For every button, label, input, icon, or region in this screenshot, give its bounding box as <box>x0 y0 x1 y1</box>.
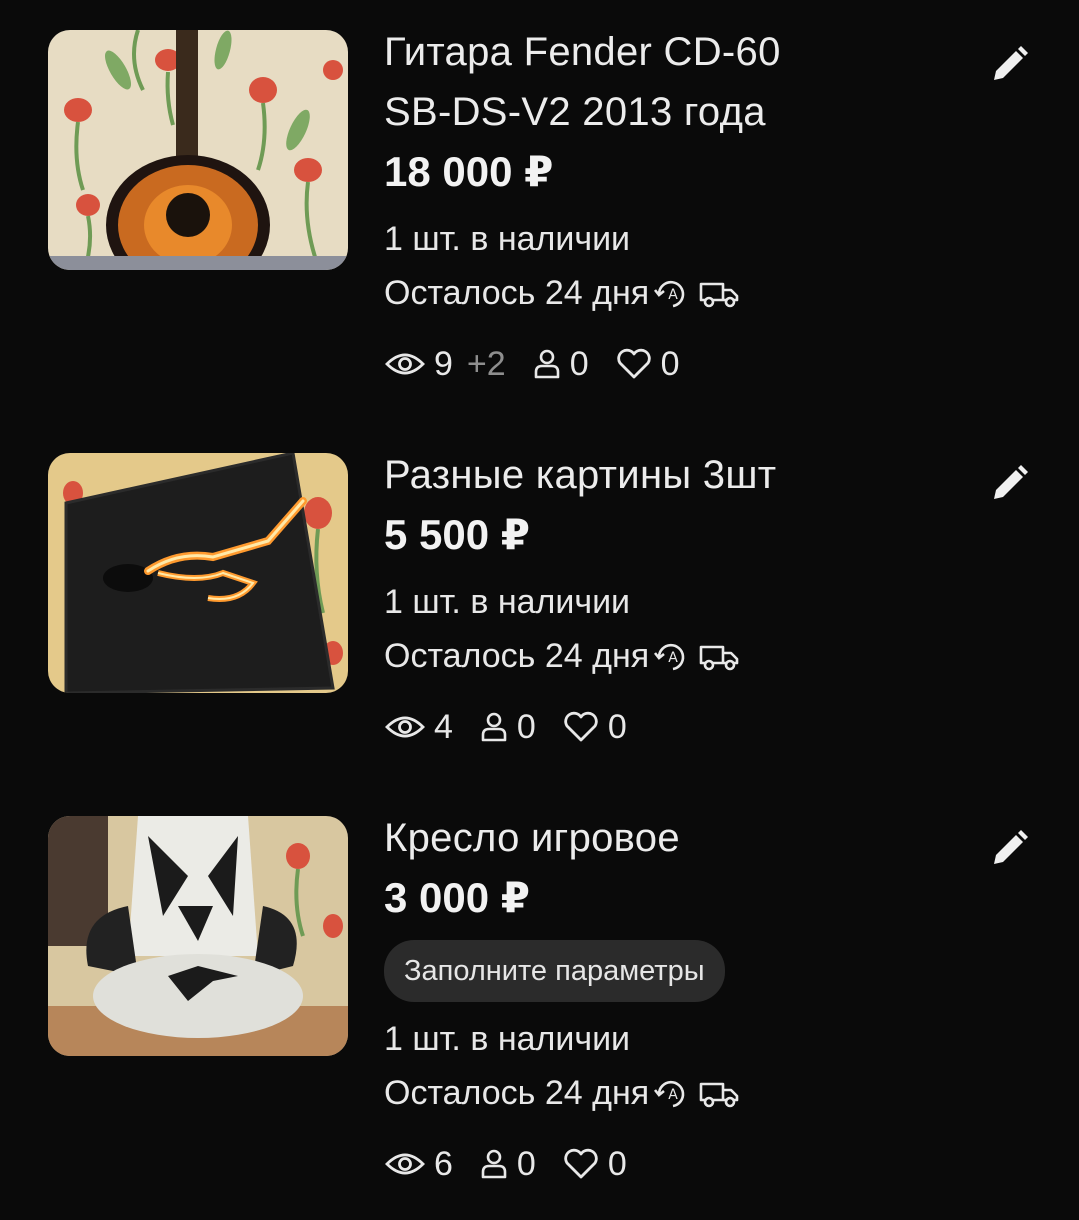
person-icon <box>534 349 559 379</box>
listing-title[interactable]: Кресло игровое <box>384 808 964 868</box>
heart-icon <box>564 711 598 742</box>
listing-price: 5 500 ₽ <box>384 511 530 558</box>
listing-photo-guitar[interactable] <box>48 30 348 270</box>
listing-card[interactable]: Кресло игровое 3 000 ₽ Заполните парамет… <box>0 816 1079 1206</box>
listing-stats: 6 0 0 <box>384 1134 964 1194</box>
gaming-chair-photo <box>48 816 348 1056</box>
svg-text:A: A <box>668 287 678 303</box>
listing-quantity: 1 шт. в наличии <box>384 583 631 621</box>
guitar-photo <box>48 30 348 270</box>
favorites-stat: 0 <box>562 697 627 757</box>
views-stat: 9 +2 <box>384 334 506 394</box>
edit-button[interactable] <box>986 826 1032 872</box>
views-count: 9 <box>434 345 453 383</box>
contacts-stat: 0 <box>479 697 536 757</box>
delivery-truck-icon <box>699 1082 739 1108</box>
neon-painting-photo <box>48 453 348 693</box>
listing-photo-chair[interactable] <box>48 816 348 1056</box>
eye-icon <box>385 716 425 738</box>
favorites-count: 0 <box>660 345 680 383</box>
listing-photo-painting[interactable] <box>48 453 348 693</box>
listing-title-line1: Кресло игровое <box>384 816 680 860</box>
favorites-stat: 0 <box>615 334 680 394</box>
views-count: 6 <box>434 1145 453 1183</box>
svg-text:A: A <box>668 650 678 666</box>
auto-renew-icon: A <box>654 280 685 308</box>
contacts-stat: 0 <box>532 334 589 394</box>
pencil-icon <box>994 465 1028 499</box>
listing-stats: 4 0 0 <box>384 697 964 757</box>
auto-renew-icon: A <box>654 1080 685 1108</box>
heart-icon <box>616 348 651 379</box>
views-count: 4 <box>434 708 453 746</box>
favorites-count: 0 <box>607 708 627 746</box>
listing-title[interactable]: Гитара Fender CD-60 SB-DS-V2 2013 года <box>384 22 964 142</box>
listing-quantity: 1 шт. в наличии <box>384 1020 631 1058</box>
person-icon <box>481 1149 507 1179</box>
listing-title-line2: SB-DS-V2 2013 года <box>384 90 766 134</box>
listing-price: 3 000 ₽ <box>384 874 530 921</box>
listing-days-left: Осталось 24 дня A <box>384 629 964 683</box>
contacts-count: 0 <box>516 1145 536 1183</box>
svg-text:A: A <box>668 1087 678 1103</box>
fill-parameters-button[interactable]: Заполните параметры <box>384 940 725 1002</box>
days-left-text: Осталось 24 дня <box>384 274 650 312</box>
listing-card[interactable]: Разные картины 3шт 5 500 ₽ 1 шт. в налич… <box>0 453 1079 773</box>
person-icon <box>481 712 507 742</box>
edit-button[interactable] <box>986 42 1032 88</box>
listing-days-left: Осталось 24 дня A <box>384 1066 964 1120</box>
auto-renew-icon: A <box>654 643 685 671</box>
edit-button[interactable] <box>986 461 1032 507</box>
contacts-stat: 0 <box>479 1134 536 1194</box>
views-stat: 4 <box>384 697 453 757</box>
views-extra: +2 <box>466 345 506 383</box>
favorites-stat: 0 <box>562 1134 627 1194</box>
contacts-count: 0 <box>516 708 536 746</box>
days-left-text: Осталось 24 дня <box>384 637 650 675</box>
pencil-icon <box>994 830 1028 864</box>
listing-price: 18 000 ₽ <box>384 148 554 195</box>
listing-title[interactable]: Разные картины 3шт <box>384 445 964 505</box>
listing-days-left: Осталось 24 дня A <box>384 266 964 320</box>
views-stat: 6 <box>384 1134 453 1194</box>
listing-title-line1: Разные картины 3шт <box>384 453 777 497</box>
listing-card[interactable]: Гитара Fender CD-60 SB-DS-V2 2013 года 1… <box>0 30 1079 400</box>
delivery-truck-icon <box>699 645 739 671</box>
days-left-text: Осталось 24 дня <box>384 1074 650 1112</box>
delivery-truck-icon <box>699 282 739 308</box>
favorites-count: 0 <box>607 1145 627 1183</box>
contacts-count: 0 <box>569 345 589 383</box>
listing-quantity: 1 шт. в наличии <box>384 220 631 258</box>
listing-title-line1: Гитара Fender CD-60 <box>384 30 781 74</box>
pencil-icon <box>994 46 1028 80</box>
eye-icon <box>385 1153 425 1175</box>
heart-icon <box>564 1148 598 1179</box>
eye-icon <box>385 353 425 375</box>
listing-stats: 9 +2 0 0 <box>384 334 964 394</box>
